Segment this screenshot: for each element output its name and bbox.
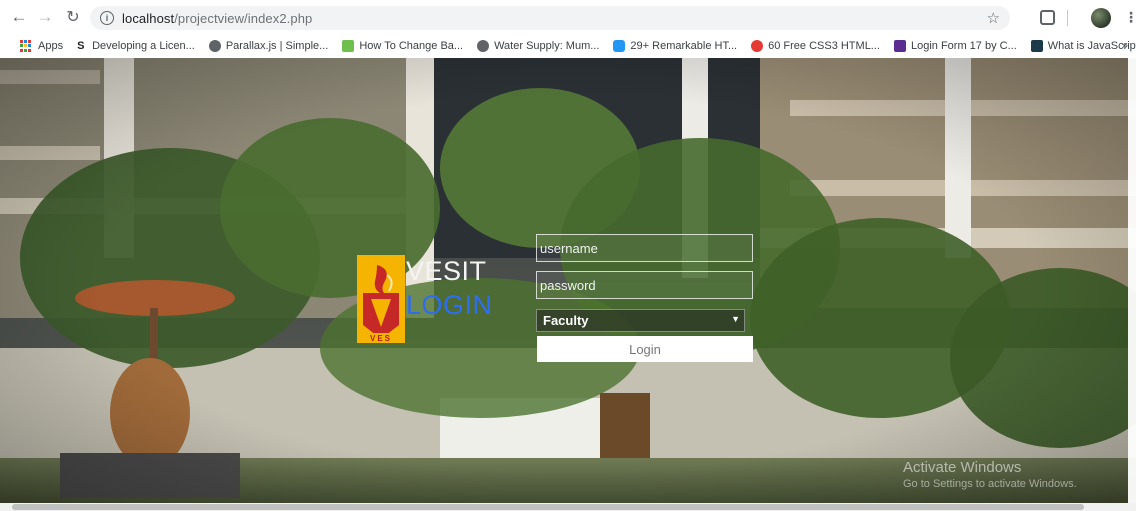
- password-input[interactable]: password: [536, 271, 753, 299]
- forward-arrow-icon[interactable]: →: [34, 6, 56, 28]
- profile-avatar[interactable]: [1091, 8, 1111, 28]
- bookmark-label: Developing a Licen...: [92, 40, 195, 52]
- horizontal-scrollbar[interactable]: [0, 503, 1136, 511]
- activation-watermark-subtitle: Go to Settings to activate Windows.: [903, 478, 1077, 490]
- login-button[interactable]: Login: [537, 336, 753, 362]
- bookmark-label: How To Change Ba...: [359, 40, 464, 52]
- bookmark-item[interactable]: 60 Free CSS3 HTML...: [751, 40, 880, 52]
- horizontal-scrollbar-thumb[interactable]: [12, 504, 1084, 510]
- password-placeholder: password: [540, 277, 596, 293]
- reload-icon[interactable]: ↻: [62, 6, 84, 28]
- username-input[interactable]: username: [536, 234, 753, 262]
- bookmark-item[interactable]: Parallax.js | Simple...: [208, 40, 329, 52]
- brand-subtitle: LOGIN: [406, 290, 493, 320]
- bookmark-item[interactable]: Login Form 17 by C...: [893, 40, 1017, 52]
- bookmark-item[interactable]: What is JavaScript?...: [1030, 40, 1136, 52]
- bookmark-label: Water Supply: Mum...: [494, 40, 600, 52]
- s-site-icon: S: [77, 40, 85, 52]
- bookmarks-bar: Apps S Developing a Licen... Parallax.js…: [0, 34, 1136, 58]
- brand-title: VESIT: [406, 256, 487, 286]
- bookmark-item[interactable]: How To Change Ba...: [342, 40, 463, 52]
- url-text[interactable]: localhost/projectview/index2.php: [122, 11, 312, 26]
- bookmark-item[interactable]: S Developing a Licen...: [77, 40, 195, 52]
- bookmark-apps[interactable]: Apps: [0, 40, 63, 52]
- globe-icon: [477, 40, 490, 52]
- bookmark-item[interactable]: Water Supply: Mum...: [477, 40, 599, 52]
- toolbar-divider: [1067, 10, 1068, 26]
- extension-icon[interactable]: [1040, 10, 1055, 25]
- green-site-icon: [342, 40, 355, 52]
- role-select[interactable]: Faculty ▼: [536, 309, 745, 332]
- back-arrow-icon[interactable]: ←: [8, 6, 30, 28]
- bookmark-label: Parallax.js | Simple...: [225, 40, 329, 52]
- bookmark-label: Apps: [38, 40, 64, 52]
- red-site-icon: [751, 40, 764, 52]
- globe-icon: [208, 40, 221, 52]
- activation-watermark-title: Activate Windows: [903, 459, 1022, 476]
- more-bookmarks-icon[interactable]: »: [1121, 38, 1128, 52]
- bookmark-label: Login Form 17 by C...: [910, 40, 1017, 52]
- bookmark-star-icon[interactable]: ☆: [987, 9, 1000, 27]
- apps-grid-icon: [20, 40, 32, 52]
- bookmark-item[interactable]: 29+ Remarkable HT...: [613, 40, 737, 52]
- username-placeholder: username: [540, 240, 598, 256]
- vertical-scrollbar[interactable]: [1128, 58, 1136, 503]
- role-selected-value: Faculty: [543, 313, 589, 328]
- ves-logo-caption: VES: [370, 334, 392, 343]
- page-viewport: VES VESIT LOGIN username password Facult…: [0, 58, 1136, 511]
- url-host: localhost: [122, 10, 175, 26]
- purple-site-icon: [893, 40, 906, 52]
- dropdown-caret-icon: ▼: [731, 314, 740, 324]
- ves-logo: VES: [357, 255, 405, 343]
- t-site-icon: [613, 40, 626, 52]
- browser-toolbar: ← → ↻ i localhost/projectview/index2.php…: [0, 0, 1136, 34]
- address-bar[interactable]: i localhost/projectview/index2.php ☆: [90, 6, 1010, 30]
- bookmark-label: 60 Free CSS3 HTML...: [768, 40, 880, 52]
- bookmark-label: 29+ Remarkable HT...: [630, 40, 738, 52]
- url-path: /projectview/index2.php: [174, 10, 313, 26]
- info-icon[interactable]: i: [100, 11, 114, 25]
- dark-site-icon: [1030, 40, 1043, 52]
- kebab-menu-icon[interactable]: ⋮: [1124, 9, 1136, 26]
